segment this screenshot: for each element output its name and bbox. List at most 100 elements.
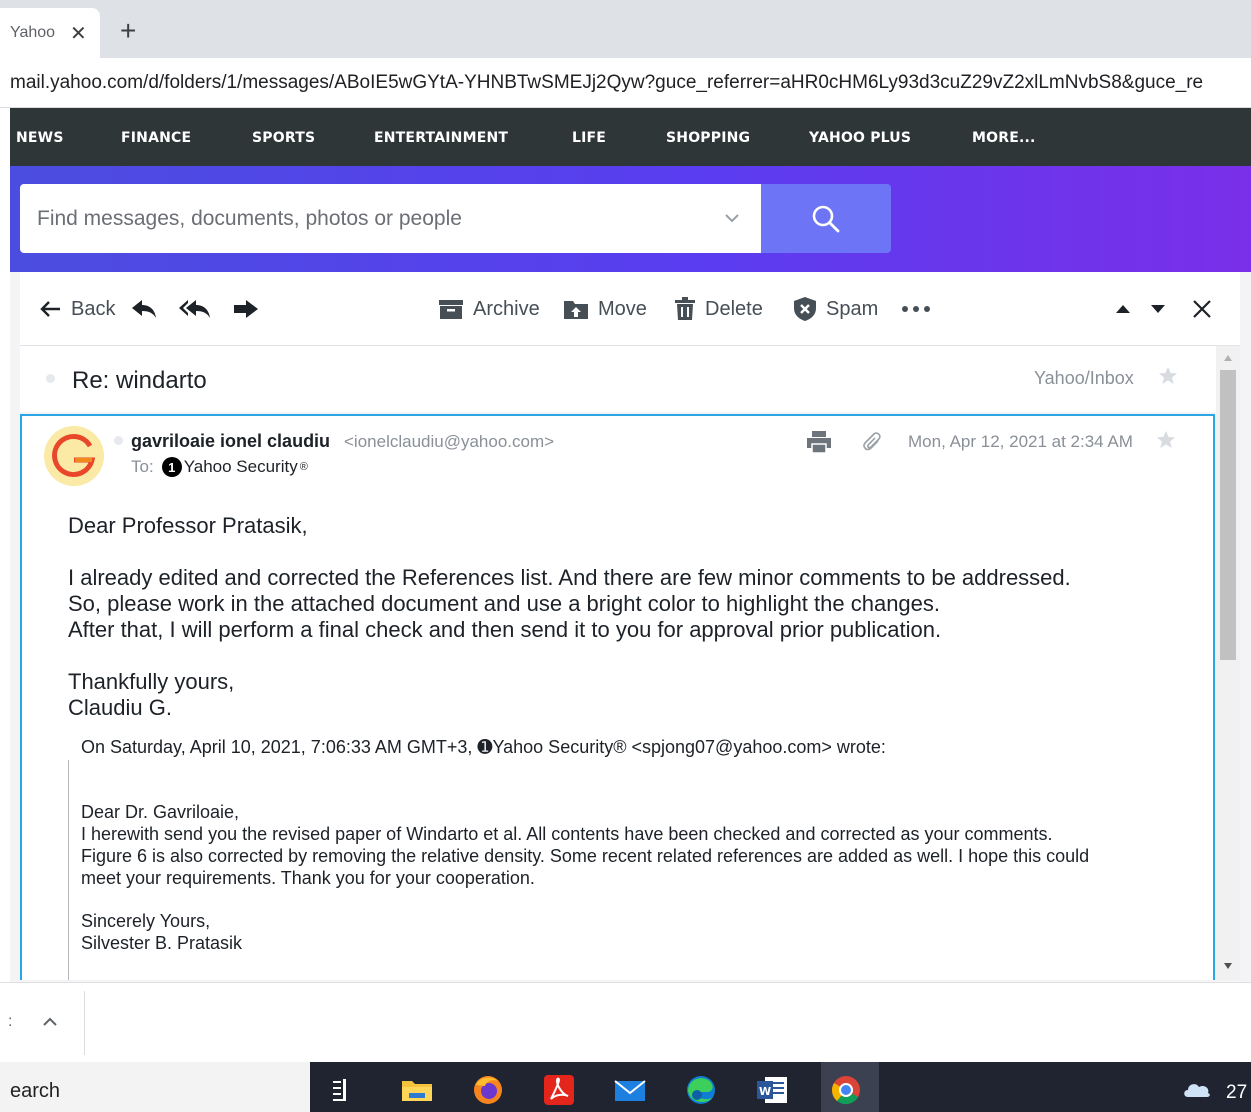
archive-icon [439, 300, 463, 319]
taskbar: earch W 27 [0, 1062, 1251, 1112]
unread-dot[interactable] [46, 374, 55, 383]
search-icon [812, 205, 840, 232]
archive-label: Archive [473, 297, 540, 320]
spam-button[interactable]: Spam [793, 272, 878, 346]
sender-email[interactable]: <ionelclaudiu@yahoo.com> [344, 432, 554, 452]
recipient-name[interactable]: Yahoo Security [184, 457, 298, 477]
body-line-1: I already edited and corrected the Refer… [68, 565, 1071, 590]
tab-close-icon[interactable]: ✕ [70, 21, 87, 46]
url-text[interactable]: mail.yahoo.com/d/folders/1/messages/ABoI… [10, 72, 1203, 94]
move-folder-icon [564, 301, 588, 319]
quoted-line-2: Figure 6 is also corrected by removing t… [81, 846, 1090, 866]
quoted-line-3: meet your requirements. Thank you for yo… [81, 868, 535, 888]
caret-down-icon [1151, 305, 1165, 313]
forward-icon [234, 300, 258, 318]
task-view-icon[interactable] [328, 1073, 362, 1107]
message-star-icon[interactable] [1156, 430, 1176, 450]
body-line-3: After that, I will perform a final check… [68, 617, 942, 642]
subject-row: Re: windarto Yahoo/Inbox [20, 346, 1216, 412]
star-icon[interactable] [1158, 366, 1178, 386]
reply-all-button[interactable] [178, 272, 212, 346]
move-label: Move [598, 297, 647, 320]
recipient-row: To: 1 Yahoo Security ® [131, 457, 308, 477]
edge-icon[interactable] [684, 1073, 718, 1107]
search-box [20, 184, 761, 253]
quoted-closing: Sincerely Yours, [81, 911, 211, 931]
screen: Yahoo ✕ + mail.yahoo.com/d/folders/1/mes… [0, 0, 1251, 1112]
caret-up-icon [1116, 305, 1130, 313]
chevron-down-icon[interactable] [720, 206, 744, 230]
search-button[interactable] [761, 184, 891, 253]
yahoo-top-nav: NEWS FINANCE SPORTS ENTERTAINMENT LIFE S… [10, 108, 1251, 166]
scroll-up-icon[interactable] [1223, 354, 1233, 362]
taskbar-search-text: earch [10, 1080, 61, 1102]
acrobat-reader-icon[interactable] [542, 1073, 576, 1107]
nav-entertainment[interactable]: ENTERTAINMENT [374, 130, 508, 146]
scroll-down-icon[interactable] [1223, 962, 1233, 970]
scrollbar[interactable] [1216, 346, 1240, 980]
print-icon[interactable] [806, 430, 832, 454]
quoted-signature: Silvester B. Pratasik [81, 933, 243, 953]
body-greeting: Dear Professor Pratasik, [68, 513, 308, 538]
download-menu-icon[interactable]: : [8, 1013, 12, 1031]
nav-news[interactable]: NEWS [16, 130, 64, 146]
quoted-header: On Saturday, April 10, 2021, 7:06:33 AM … [81, 737, 886, 757]
forward-button[interactable] [232, 272, 260, 346]
spam-shield-icon [794, 297, 816, 321]
message-card: gavriloaie ionel claudiu <ionelclaudiu@y… [20, 414, 1215, 980]
attachment-icon[interactable] [862, 432, 884, 454]
reply-button[interactable] [130, 272, 158, 346]
message-toolbar: Back Archive Move Delete Spam [20, 272, 1240, 346]
presence-dot [114, 436, 123, 445]
reply-icon [132, 300, 156, 318]
nav-yahoo-plus[interactable]: YAHOO PLUS [809, 130, 911, 146]
recipient-badge: 1 [161, 457, 182, 477]
move-button[interactable]: Move [563, 272, 647, 346]
tab-title: Yahoo [10, 24, 56, 41]
message-date: Mon, Apr 12, 2021 at 2:34 AM [908, 432, 1133, 451]
download-divider [84, 991, 85, 1055]
new-tab-icon[interactable]: + [120, 16, 136, 46]
search-input[interactable] [20, 184, 710, 253]
browser-tab-bar: Yahoo ✕ + [0, 0, 1251, 58]
nav-sports[interactable]: SPORTS [252, 130, 315, 146]
scroll-thumb[interactable] [1220, 370, 1236, 660]
quote-divider [68, 760, 69, 980]
taskbar-search[interactable]: earch [0, 1062, 310, 1112]
delete-label: Delete [705, 297, 763, 320]
nav-finance[interactable]: FINANCE [121, 130, 191, 146]
folder-label[interactable]: Yahoo/Inbox [1034, 368, 1134, 389]
quoted-greeting: Dear Dr. Gavriloaie, [81, 802, 240, 822]
browser-tab[interactable]: Yahoo ✕ [0, 8, 100, 58]
quoted-line-1: I herewith send you the revised paper of… [81, 824, 1053, 844]
sender-avatar[interactable] [44, 426, 104, 486]
avatar-letter-g-icon [44, 426, 104, 486]
back-label: Back [71, 297, 116, 320]
close-message-button[interactable] [1191, 272, 1213, 346]
nav-more[interactable]: MORE... [972, 130, 1036, 146]
mail-header [10, 166, 1251, 272]
firefox-icon[interactable] [471, 1073, 505, 1107]
delete-button[interactable]: Delete [674, 272, 763, 346]
nav-shopping[interactable]: SHOPPING [666, 130, 750, 146]
archive-button[interactable]: Archive [438, 272, 540, 346]
sender-name[interactable]: gavriloaie ionel claudiu [131, 431, 330, 452]
nav-life[interactable]: LIFE [572, 130, 606, 146]
next-message-button[interactable] [1149, 272, 1167, 346]
weather-temperature: 27 [1226, 1082, 1248, 1103]
chrome-icon[interactable] [829, 1073, 863, 1107]
close-icon [1193, 300, 1211, 318]
previous-message-button[interactable] [1114, 272, 1132, 346]
download-shelf: : [0, 982, 1251, 1062]
mail-app-icon[interactable] [613, 1073, 647, 1107]
file-explorer-icon[interactable] [400, 1073, 434, 1107]
word-icon[interactable]: W [755, 1073, 789, 1107]
body-signature: Claudiu G. [68, 695, 172, 720]
weather-cloud-icon[interactable] [1180, 1073, 1214, 1107]
chevron-up-icon[interactable] [42, 1017, 58, 1027]
back-button[interactable]: Back [40, 272, 115, 346]
more-dots-icon [902, 306, 930, 312]
body-closing: Thankfully yours, [68, 669, 235, 694]
address-bar[interactable]: mail.yahoo.com/d/folders/1/messages/ABoI… [0, 58, 1251, 108]
more-actions-button[interactable] [901, 272, 931, 346]
